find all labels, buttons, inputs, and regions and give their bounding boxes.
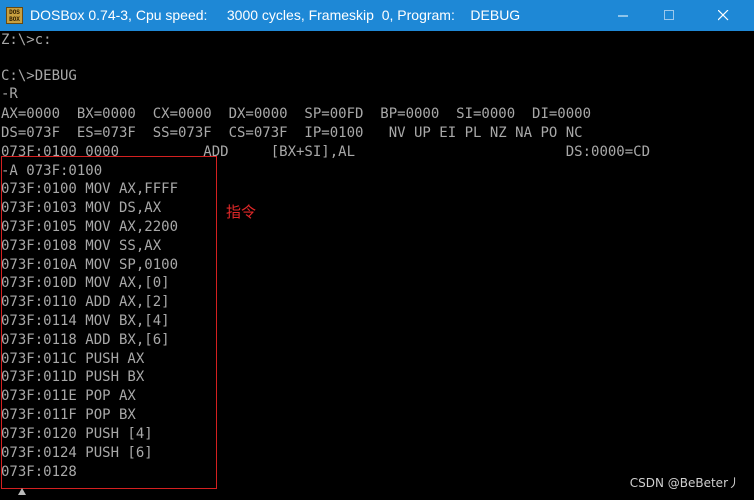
- window-title: DOSBox 0.74-3, Cpu speed: 3000 cycles, F…: [30, 7, 521, 23]
- console-line: Z:\>c:: [1, 32, 52, 48]
- dosbox-app-icon[interactable]: DOS BOX: [6, 7, 23, 24]
- register-line: AX=0000 BX=0000 CX=0000 DX=0000 SP=00FD …: [1, 106, 592, 122]
- annotation-label: 指令: [226, 203, 257, 221]
- maximize-icon: [664, 10, 674, 20]
- instruction-highlight-box: [1, 156, 217, 489]
- close-icon: [718, 10, 729, 21]
- console-line: C:\>DEBUG: [1, 68, 77, 84]
- app-icon-top-text: DOS: [9, 9, 20, 16]
- maximize-button[interactable]: [646, 0, 692, 31]
- mouse-cursor-icon: [18, 488, 26, 495]
- app-icon-bottom-text: BOX: [9, 16, 20, 23]
- window-titlebar[interactable]: DOS BOX DOSBox 0.74-3, Cpu speed: 3000 c…: [0, 0, 754, 31]
- register-line: DS=073F ES=073F SS=073F CS=073F IP=0100 …: [1, 125, 583, 141]
- close-button[interactable]: [700, 0, 746, 31]
- minimize-icon: [618, 15, 628, 17]
- watermark: CSDN @BeBeter丿: [629, 476, 740, 490]
- console-line: -R: [1, 86, 18, 102]
- minimize-button[interactable]: [600, 0, 646, 31]
